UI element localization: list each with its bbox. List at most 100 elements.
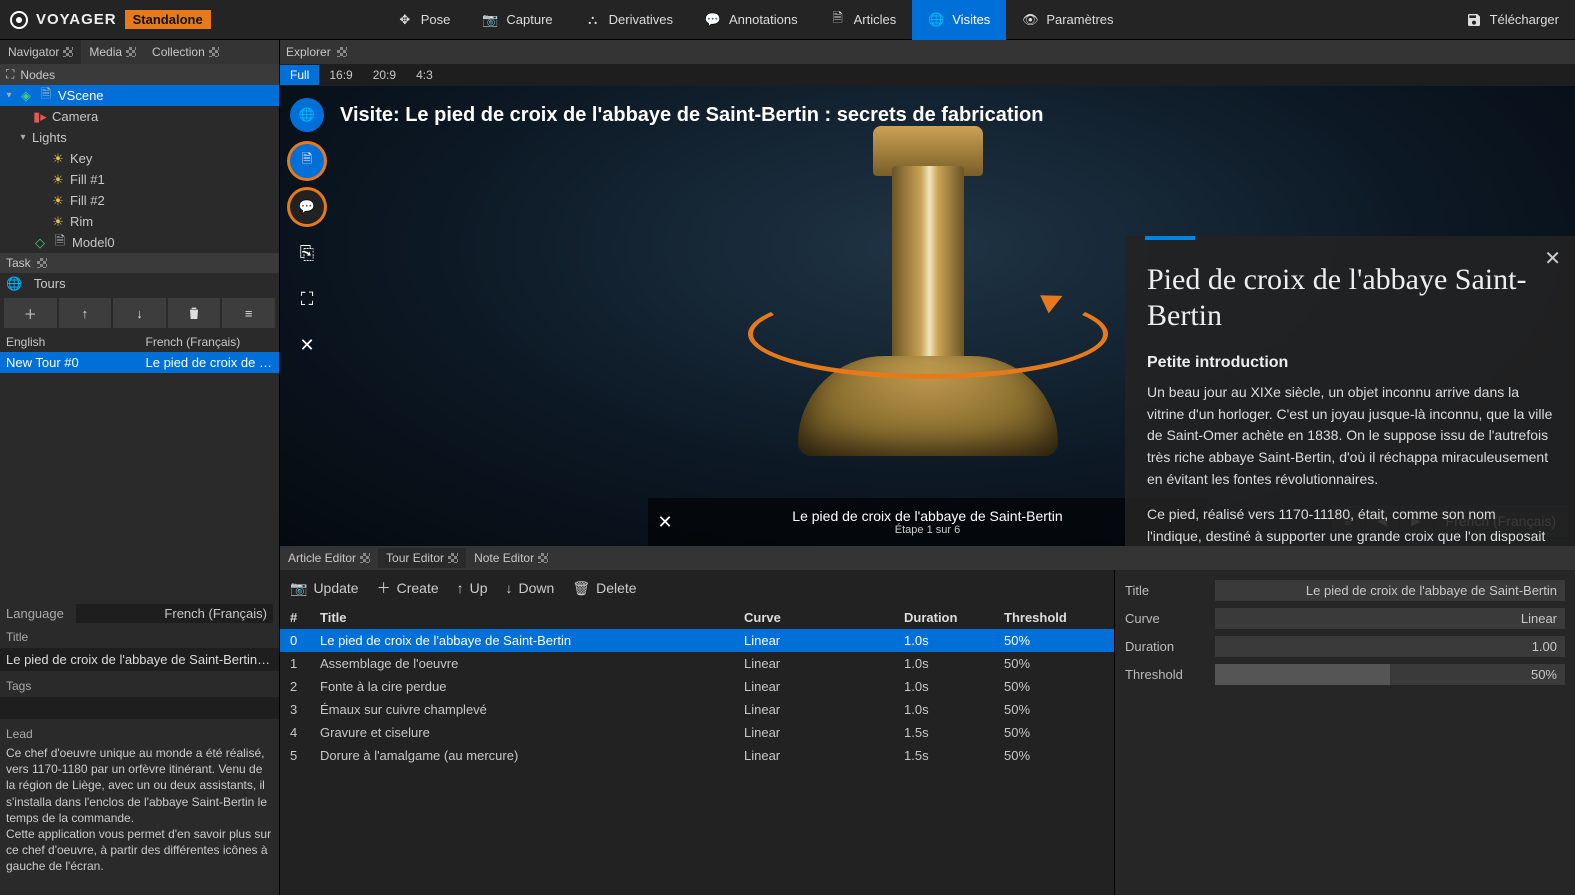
grid-icon [126,47,136,57]
nav-visites[interactable]: 🌐Visites [912,0,1006,40]
nav-capture[interactable]: 📷Capture [466,0,568,40]
grid-icon [337,47,347,57]
light-icon: ☀ [50,193,66,209]
step-row[interactable]: 3Émaux sur cuivre champlevéLinear1.0s50% [280,698,1114,721]
aspect-16:9[interactable]: 16:9 [319,65,362,85]
aspect-20:9[interactable]: 20:9 [363,65,406,85]
title-label: Title [0,626,279,648]
globe-icon: 🌐 [928,12,944,28]
move-down-button[interactable]: ↓ [113,298,166,328]
tab-article-editor[interactable]: Article Editor [280,548,378,568]
tab-collection[interactable]: Collection [144,40,227,64]
update-button[interactable]: 📷Update [290,578,359,598]
arrow-down-icon: ↓ [506,580,513,596]
step-row[interactable]: 1Assemblage de l'oeuvreLinear1.0s50% [280,652,1114,675]
tab-media[interactable]: Media [81,40,144,64]
fullscreen-icon[interactable]: ⛶ [290,282,324,316]
cube-icon: ◈ [18,88,34,104]
globe-icon: 🌐 [6,276,22,292]
brand-name: VOYAGER [36,11,117,28]
top-bar: VOYAGER Standalone ✥Pose📷Capture⛬Derivat… [0,0,1575,40]
step-row[interactable]: 5Dorure à l'amalgame (au mercure)Linear1… [280,744,1114,767]
cube-icon: ◇ [32,235,48,251]
left-panel: Navigator Media Collection ⛶Nodes ▾◈🗎VSc… [0,40,280,895]
delete-button[interactable] [168,298,221,328]
tree-node-model[interactable]: ◇🗎Model0 [0,232,279,253]
model-placeholder [748,136,1108,496]
nodes-header: ⛶Nodes [0,64,279,85]
left-tabs: Navigator Media Collection [0,40,279,64]
orbit-arrow-icon [748,289,1108,379]
steps-table: # Title Curve Duration Threshold 0Le pie… [280,606,1114,895]
steps-toolbar: 📷Update ＋Create ↑Up ↓Down 🗑Delete [280,570,1114,606]
article-tool-icon[interactable]: 🗎 [290,144,324,178]
tags-input[interactable] [0,697,279,719]
title-input[interactable]: Le pied de croix de l'abbaye de Saint-Be… [0,648,279,671]
tree-node-scene[interactable]: ▾◈🗎VScene [0,85,279,106]
down-button[interactable]: ↓Down [506,578,555,598]
hierarchy-icon: ⛶ [6,67,14,82]
tree-node-light[interactable]: ☀Rim [0,211,279,232]
article-paragraph: Ce pied, réalisé vers 1170-11180, était,… [1147,504,1553,546]
up-button[interactable]: ↑Up [457,578,488,598]
create-button[interactable]: ＋Create [377,578,439,598]
move-up-button[interactable]: ↑ [59,298,112,328]
steps-header: # Title Curve Duration Threshold [280,606,1114,629]
tab-navigator[interactable]: Navigator [0,40,81,64]
share-icon[interactable]: ⎘ [290,236,324,270]
step-row[interactable]: 4Gravure et ciselureLinear1.5s50% [280,721,1114,744]
aspect-4:3[interactable]: 4:3 [406,65,443,85]
tree-node-light[interactable]: ☀Fill #2 [0,190,279,211]
grid-icon [360,553,370,563]
tree-node-lights[interactable]: ▾Lights [0,127,279,148]
add-button[interactable]: ＋ [4,298,57,328]
step-row[interactable]: 2Fonte à la cire perdueLinear1.0s50% [280,675,1114,698]
camera-icon: 📷 [482,12,498,28]
camera-icon: ▮▸ [32,109,48,125]
step-row[interactable]: 0Le pied de croix de l'abbaye de Saint-B… [280,629,1114,652]
prop-title-input[interactable]: Le pied de croix de l'abbaye de Saint-Be… [1215,580,1565,601]
download-label: Télécharger [1490,12,1559,27]
brand: VOYAGER Standalone [0,10,221,29]
close-caption-icon[interactable]: ✕ [658,512,673,533]
mode-badge: Standalone [125,10,211,29]
tour-row[interactable]: New Tour #0Le pied de croix de l'a... [0,352,279,373]
arrow-up-icon: ↑ [457,580,464,596]
nav-articles[interactable]: 🗎Articles [814,0,913,40]
language-tool-icon[interactable]: 🌐 [290,98,324,132]
camera-icon: 📷 [290,580,307,597]
voyager-logo-icon [10,11,28,29]
file-icon: 🗎 [830,12,846,28]
prop-duration-input[interactable]: 1.00 [1215,636,1565,657]
tour-lang-header: EnglishFrench (Français) [0,332,279,352]
nav-annotations[interactable]: 💬Annotations [689,0,814,40]
grid-icon [37,258,47,268]
lead-label: Lead [0,723,279,745]
task-tours[interactable]: 🌐 Tours [0,273,279,294]
prop-curve-select[interactable]: Linear [1215,608,1565,629]
light-icon: ☀ [50,151,66,167]
tree-node-camera[interactable]: ▮▸Camera [0,106,279,127]
nav-pose[interactable]: ✥Pose [381,0,467,40]
download-button[interactable]: Télécharger [1450,0,1575,40]
delete-step-button[interactable]: 🗑Delete [572,578,636,598]
aspect-Full[interactable]: Full [280,65,319,85]
nav-paramètres[interactable]: 👁Paramètres [1006,0,1129,40]
lead-textarea[interactable]: Ce chef d'oeuvre unique au monde a été r… [0,745,279,895]
hierarchy-icon: ⛬ [585,12,601,28]
tree-node-light[interactable]: ☀Key [0,148,279,169]
prop-threshold-slider[interactable]: 50% [1215,664,1565,685]
visit-title: Visite: Le pied de croix de l'abbaye de … [340,104,1044,127]
menu-button[interactable]: ≡ [222,298,275,328]
tab-note-editor[interactable]: Note Editor [466,548,556,568]
tour-toolbar: ＋ ↑ ↓ ≡ [0,294,279,332]
tools-icon[interactable]: ✕ [290,328,324,362]
nav-derivatives[interactable]: ⛬Derivatives [569,0,689,40]
language-field[interactable]: LanguageFrench (Français) [0,601,279,626]
tree-node-light[interactable]: ☀Fill #1 [0,169,279,190]
tab-tour-editor[interactable]: Tour Editor [378,548,466,568]
comment-tool-icon[interactable]: 💬 [290,190,324,224]
grid-icon [538,553,548,563]
close-article-icon[interactable]: ✕ [1544,246,1561,271]
grid-icon [209,47,219,57]
